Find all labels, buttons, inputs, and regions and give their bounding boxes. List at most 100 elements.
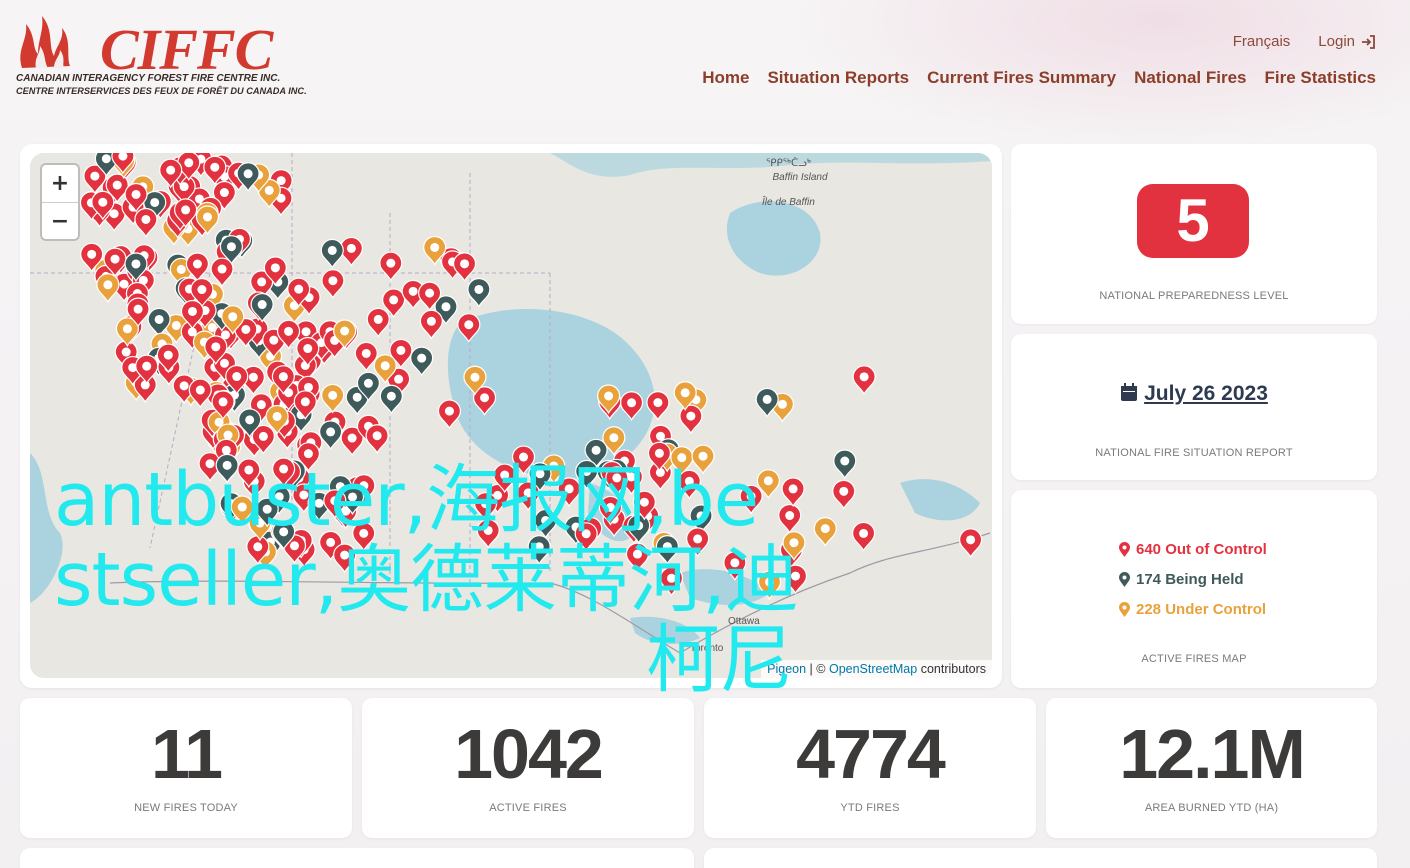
- fire-marker-dot: [698, 451, 708, 461]
- fire-marker-dot: [192, 259, 202, 269]
- ciffc-logo[interactable]: CIFFC CANADIAN INTERAGENCY FOREST FIRE C…: [14, 10, 307, 100]
- fire-status-legend: 640 Out of Control 174 Being Held 228 Un…: [1119, 534, 1267, 624]
- active-fires-map-label: ACTIVE FIRES MAP: [1141, 653, 1247, 665]
- map-label-baffin-en: Baffin Island: [772, 172, 828, 183]
- stat-value: 12.1M: [1119, 715, 1306, 793]
- fire-marker-dot: [223, 430, 233, 440]
- stat-card-area-burned: 12.1M AREA BURNED YTD (HA): [1046, 698, 1377, 838]
- stat-label: ACTIVE FIRES: [489, 802, 567, 814]
- fire-marker-dot: [195, 385, 205, 395]
- fire-marker-dot: [627, 398, 637, 408]
- logo-tagline-fr: CENTRE INTERSERVICES DES FEUX DE FORÊT D…: [16, 86, 307, 96]
- fire-marker-dot: [279, 464, 289, 474]
- fire-marker-dot: [326, 427, 336, 437]
- fire-marker-dot: [278, 372, 288, 382]
- map-pin-icon: [1119, 601, 1130, 617]
- fire-marker-dot: [464, 320, 474, 330]
- fire-marker-dot: [328, 390, 338, 400]
- nav-current-fires-summary[interactable]: Current Fires Summary: [927, 68, 1116, 88]
- legend-label: 640 Out of Control: [1136, 540, 1267, 558]
- fire-marker-dot: [279, 527, 289, 537]
- fire-marker-dot: [654, 448, 664, 458]
- fire-marker-dot: [483, 525, 493, 535]
- login-label: Login: [1318, 33, 1355, 50]
- situation-report-link[interactable]: July 26 2023: [1120, 382, 1268, 405]
- fire-marker-dot: [480, 393, 490, 403]
- fire-marker-dot: [197, 285, 207, 295]
- main-nav: Home Situation Reports Current Fires Sum…: [702, 68, 1376, 88]
- fire-marker-dot: [426, 316, 436, 326]
- legend-under-control[interactable]: 228 Under Control: [1119, 594, 1267, 624]
- fire-marker-dot: [103, 280, 113, 290]
- fire-marker-dot: [680, 388, 690, 398]
- fire-marker-dot: [684, 476, 694, 486]
- fire-marker-dot: [500, 470, 510, 480]
- map-basemap: [30, 153, 992, 678]
- fire-marker-dot: [662, 542, 672, 552]
- preparedness-level-badge[interactable]: 5: [1137, 184, 1249, 258]
- fire-marker-dot: [430, 242, 440, 252]
- fire-marker-dot: [171, 321, 181, 331]
- sign-in-icon: [1362, 34, 1375, 49]
- fire-marker-dot: [677, 453, 687, 463]
- fire-marker-dot: [314, 498, 324, 508]
- fire-marker-dot: [248, 372, 258, 382]
- fire-marker-dot: [176, 264, 186, 274]
- fire-marker-dot: [154, 314, 164, 324]
- fire-marker-dot: [205, 459, 215, 469]
- nav-situation-reports[interactable]: Situation Reports: [767, 68, 909, 88]
- fire-map[interactable]: ᕿᑭᖅᑖᓗᒃ Baffin Island Île de Baffin Ottaw…: [30, 153, 992, 678]
- legend-being-held[interactable]: 174 Being Held: [1119, 564, 1267, 594]
- nav-home[interactable]: Home: [702, 68, 749, 88]
- zoom-in-button[interactable]: +: [42, 165, 78, 202]
- fire-marker-dot: [523, 488, 533, 498]
- fire-marker-dot: [274, 492, 284, 502]
- fire-marker-dot: [474, 284, 484, 294]
- map-label-toronto: Toronto: [690, 643, 724, 654]
- fire-marker-dot: [352, 392, 362, 402]
- pigeon-link[interactable]: Pigeon: [767, 662, 806, 676]
- fire-marker-dot: [634, 521, 644, 531]
- nav-fire-statistics[interactable]: Fire Statistics: [1265, 68, 1377, 88]
- fire-marker-dot: [605, 502, 615, 512]
- fire-marker-dot: [121, 347, 131, 357]
- active-fires-map-card: 640 Out of Control 174 Being Held 228 Un…: [1011, 490, 1377, 688]
- fire-marker-dot: [133, 304, 143, 314]
- nav-national-fires[interactable]: National Fires: [1134, 68, 1246, 88]
- fire-marker-dot: [228, 312, 238, 322]
- zoom-out-button[interactable]: −: [42, 202, 78, 239]
- legend-label: 174 Being Held: [1136, 570, 1244, 588]
- stat-card-new-fires: 11 NEW FIRES TODAY: [20, 698, 352, 838]
- legend-out-of-control[interactable]: 640 Out of Control: [1119, 534, 1267, 564]
- fire-marker-dot: [163, 350, 173, 360]
- language-link[interactable]: Français: [1233, 33, 1291, 50]
- fire-marker-dot: [582, 466, 592, 476]
- fire-marker-dot: [221, 445, 231, 455]
- map-label-baffin-syllabics: ᕿᑭᖅᑖᓗᒃ: [766, 158, 811, 169]
- fire-marker-dot: [396, 345, 406, 355]
- fire-marker-dot: [346, 243, 356, 253]
- fire-marker-dot: [372, 431, 382, 441]
- fire-marker-dot: [389, 295, 399, 305]
- fire-marker-dot: [604, 391, 614, 401]
- osm-link[interactable]: OpenStreetMap: [829, 662, 917, 676]
- situation-report-label: NATIONAL FIRE SITUATION REPORT: [1095, 447, 1293, 459]
- preparedness-label: NATIONAL PREPAREDNESS LEVEL: [1099, 290, 1289, 302]
- fire-marker-dot: [966, 535, 976, 545]
- fire-marker-dot: [220, 358, 230, 368]
- fire-marker-dot: [219, 188, 229, 198]
- fire-marker-dot: [653, 398, 663, 408]
- stat-label: NEW FIRES TODAY: [134, 802, 238, 814]
- fire-marker-dot: [746, 491, 756, 501]
- fire-marker-dot: [243, 169, 253, 179]
- fire-marker-dot: [534, 542, 544, 552]
- fire-marker-dot: [591, 445, 601, 455]
- map-pin-icon: [1119, 571, 1130, 587]
- login-link[interactable]: Login: [1318, 33, 1376, 50]
- situation-report-card: July 26 2023 NATIONAL FIRE SITUATION REP…: [1011, 334, 1377, 480]
- fire-marker-dot: [417, 353, 427, 363]
- fire-marker-dot: [763, 476, 773, 486]
- fire-marker-dot: [696, 511, 706, 521]
- fire-marker-dot: [340, 326, 350, 336]
- fire-marker-dot: [839, 486, 849, 496]
